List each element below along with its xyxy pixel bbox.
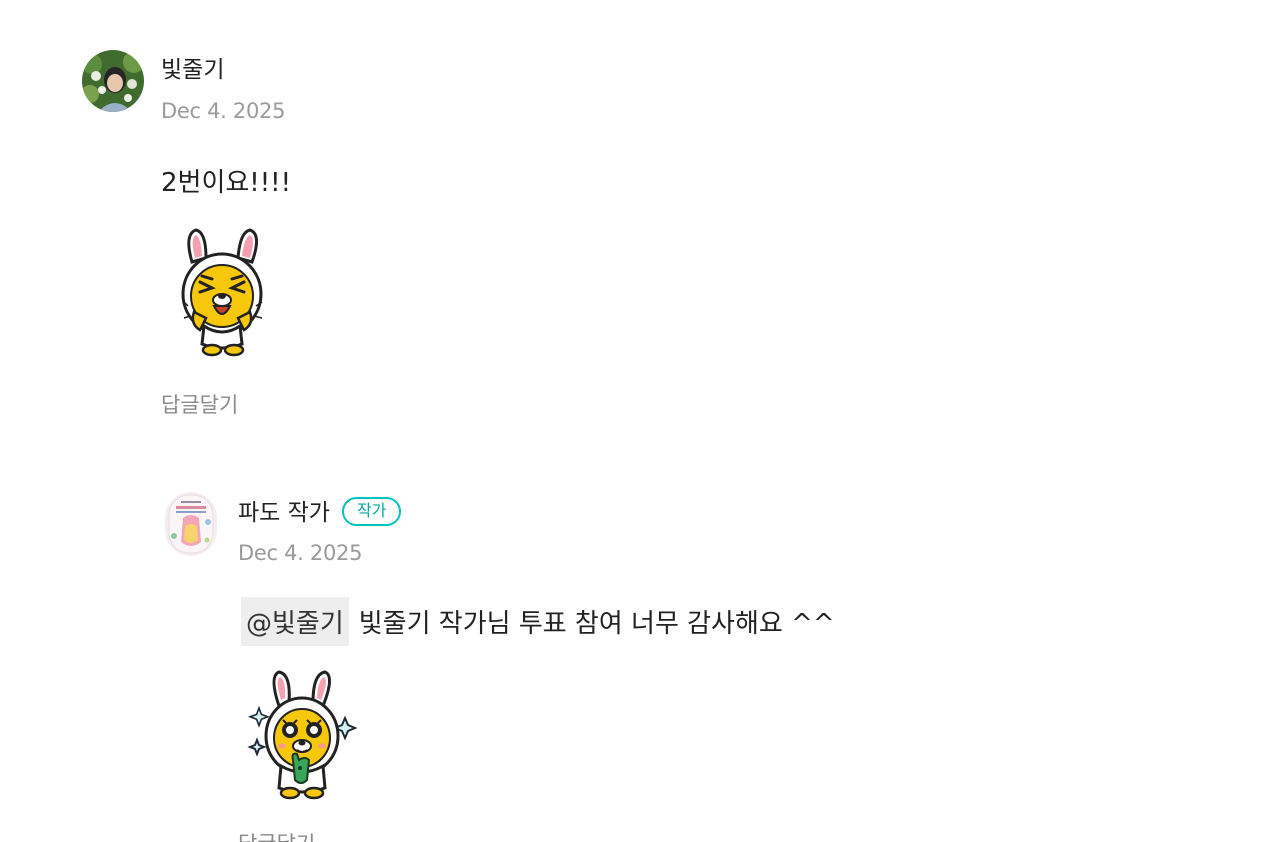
- rabbit-lion-sparkle-sticker: [247, 668, 358, 800]
- reply-link[interactable]: 답글달기: [161, 389, 238, 419]
- rabbit-lion-laughing-sticker: [178, 226, 268, 358]
- avatar[interactable]: [82, 50, 144, 112]
- author-name[interactable]: 빛줄기: [161, 59, 224, 82]
- avatar[interactable]: [165, 492, 217, 556]
- comment-date: Dec 4. 2025: [238, 541, 363, 565]
- comment-text: @빛줄기 빛줄기 작가님 투표 참여 너무 감사해요 ^^: [241, 597, 835, 646]
- comment-body: 빛줄기 작가님 투표 참여 너무 감사해요 ^^: [358, 609, 835, 639]
- reply-link[interactable]: 답글달기: [238, 828, 315, 842]
- author-name-text[interactable]: 파도 작가: [238, 500, 330, 526]
- comment-date: Dec 4. 2025: [161, 99, 286, 123]
- author-badge: 작가: [341, 497, 402, 526]
- comment-text: 2번이요!!!!: [161, 168, 291, 198]
- mention-tag[interactable]: @빛줄기: [241, 597, 349, 646]
- comment-thread: 빛줄기 Dec 4. 2025 2번이요!!!! 답글달기 파도 작가 작가 D…: [0, 0, 1280, 842]
- author-name: 파도 작가 작가: [238, 497, 402, 526]
